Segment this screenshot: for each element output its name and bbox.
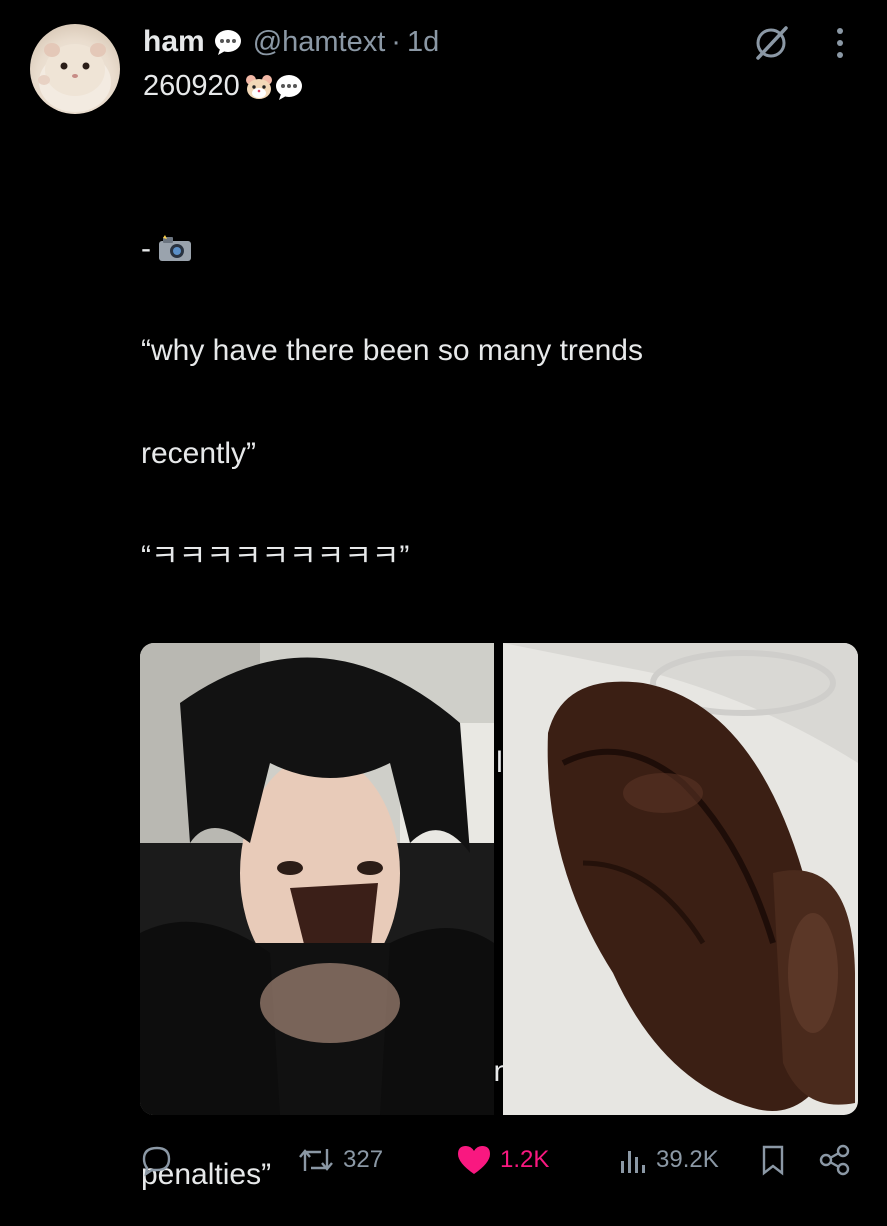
post-photo-bread[interactable] bbox=[503, 643, 858, 1115]
grok-icon[interactable] bbox=[750, 22, 792, 64]
author-handle[interactable]: @hamtext bbox=[253, 26, 386, 59]
like-count: 1.2K bbox=[500, 1146, 550, 1173]
separator-dot: · bbox=[391, 25, 401, 58]
speech-bubble-icon bbox=[214, 30, 241, 55]
like-button[interactable]: 1.2K bbox=[456, 1140, 549, 1180]
avatar[interactable] bbox=[30, 24, 120, 114]
more-vertical-icon[interactable] bbox=[828, 22, 852, 64]
text-line: “ㅋㅋㅋㅋㅋㅋㅋㅋㅋ” bbox=[141, 540, 410, 574]
reply-icon bbox=[142, 1146, 171, 1177]
date-code: 260920 bbox=[143, 70, 240, 102]
bookmark-icon bbox=[762, 1145, 784, 1176]
hamster-emoji bbox=[245, 74, 272, 99]
views-button[interactable]: 39.2K bbox=[618, 1140, 719, 1180]
post-subline: 260920 bbox=[143, 70, 304, 103]
views-count: 39.2K bbox=[656, 1146, 719, 1173]
text-line: “why have there been so many trends bbox=[141, 334, 643, 368]
action-bar: 327 1.2K 39.2K bbox=[0, 1140, 887, 1180]
text-line: recently” bbox=[141, 437, 257, 471]
author-name[interactable]: ham bbox=[143, 25, 205, 59]
repost-icon bbox=[299, 1149, 333, 1171]
repost-count: 327 bbox=[343, 1146, 384, 1173]
camera-emoji bbox=[159, 234, 191, 261]
post-time[interactable]: 1d bbox=[407, 26, 439, 59]
hamster-avatar-image bbox=[38, 43, 111, 112]
text-line: - bbox=[141, 232, 861, 266]
bread-photo bbox=[503, 643, 858, 1115]
share-button[interactable] bbox=[818, 1140, 852, 1180]
views-icon bbox=[621, 1151, 645, 1173]
bookmark-button[interactable] bbox=[758, 1140, 788, 1180]
selfie-photo bbox=[140, 643, 494, 1115]
post-header: ham @hamtext · 1d bbox=[143, 22, 847, 62]
share-icon bbox=[819, 1144, 850, 1176]
repost-button[interactable]: 327 bbox=[297, 1140, 383, 1180]
speech-bubble-icon bbox=[275, 74, 302, 100]
reply-button[interactable] bbox=[140, 1140, 174, 1180]
post-photo-selfie[interactable] bbox=[140, 643, 494, 1115]
heart-icon bbox=[458, 1146, 490, 1174]
